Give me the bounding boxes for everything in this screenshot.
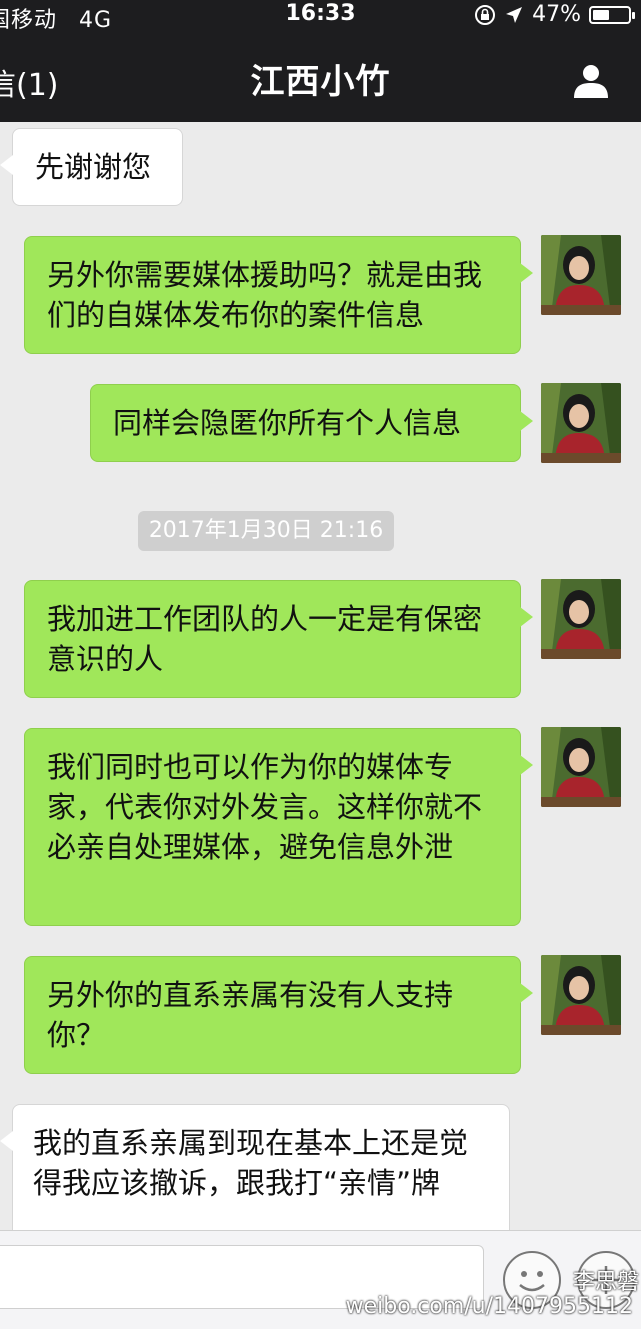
status-bar: 国移动 4G 16:33 47% (0, 0, 641, 33)
avatar[interactable] (541, 955, 621, 1035)
received-message[interactable]: 我的直系亲属到现在基本上还是觉得我应该撤诉，跟我打“亲情”牌 (0, 1104, 510, 1230)
avatar-image (541, 727, 621, 807)
battery-level (593, 9, 609, 20)
avatar[interactable] (541, 579, 621, 659)
person-icon[interactable] (571, 60, 611, 100)
watermark-name: 李思磐 (573, 1270, 640, 1295)
battery-percent: 47% (532, 2, 581, 27)
avatar[interactable] (541, 383, 621, 463)
chat-title: 江西小竹 (250, 62, 391, 102)
timestamp: 2017年1月30日 21:16 (138, 511, 394, 551)
received-message[interactable]: 先谢谢您 (0, 128, 183, 206)
avatar-image (541, 235, 621, 315)
sent-message[interactable]: 另外你需要媒体援助吗？就是由我们的自媒体发布你的案件信息 (24, 236, 533, 354)
sent-message[interactable]: 另外你的直系亲属有没有人支持你？ (24, 956, 533, 1074)
avatar[interactable] (541, 727, 621, 807)
nav-bar: 信(1) 江西小竹 (0, 30, 641, 122)
rotation-lock-icon (475, 4, 496, 25)
sent-message[interactable]: 我们同时也可以作为你的媒体专家，代表你对外发言。这样你就不必亲自处理媒体，避免信… (24, 728, 533, 926)
avatar-image (541, 579, 621, 659)
sent-message[interactable]: 同样会隐匿你所有个人信息 (90, 384, 533, 462)
chat-area[interactable]: 先谢谢您 另外你需要媒体援助吗？就是由我们的自媒体发布你的案件信息 同样会隐匿你… (0, 122, 641, 1230)
avatar[interactable] (541, 235, 621, 315)
battery-icon (589, 5, 635, 24)
location-arrow-icon (506, 6, 523, 23)
sent-message[interactable]: 我加进工作团队的人一定是有保密意识的人 (24, 580, 533, 698)
status-icons: 47% (474, 2, 635, 27)
avatar-image (541, 955, 621, 1035)
watermark-url: weibo.com/u/1407955112 (345, 1294, 633, 1319)
avatar-image (541, 383, 621, 463)
